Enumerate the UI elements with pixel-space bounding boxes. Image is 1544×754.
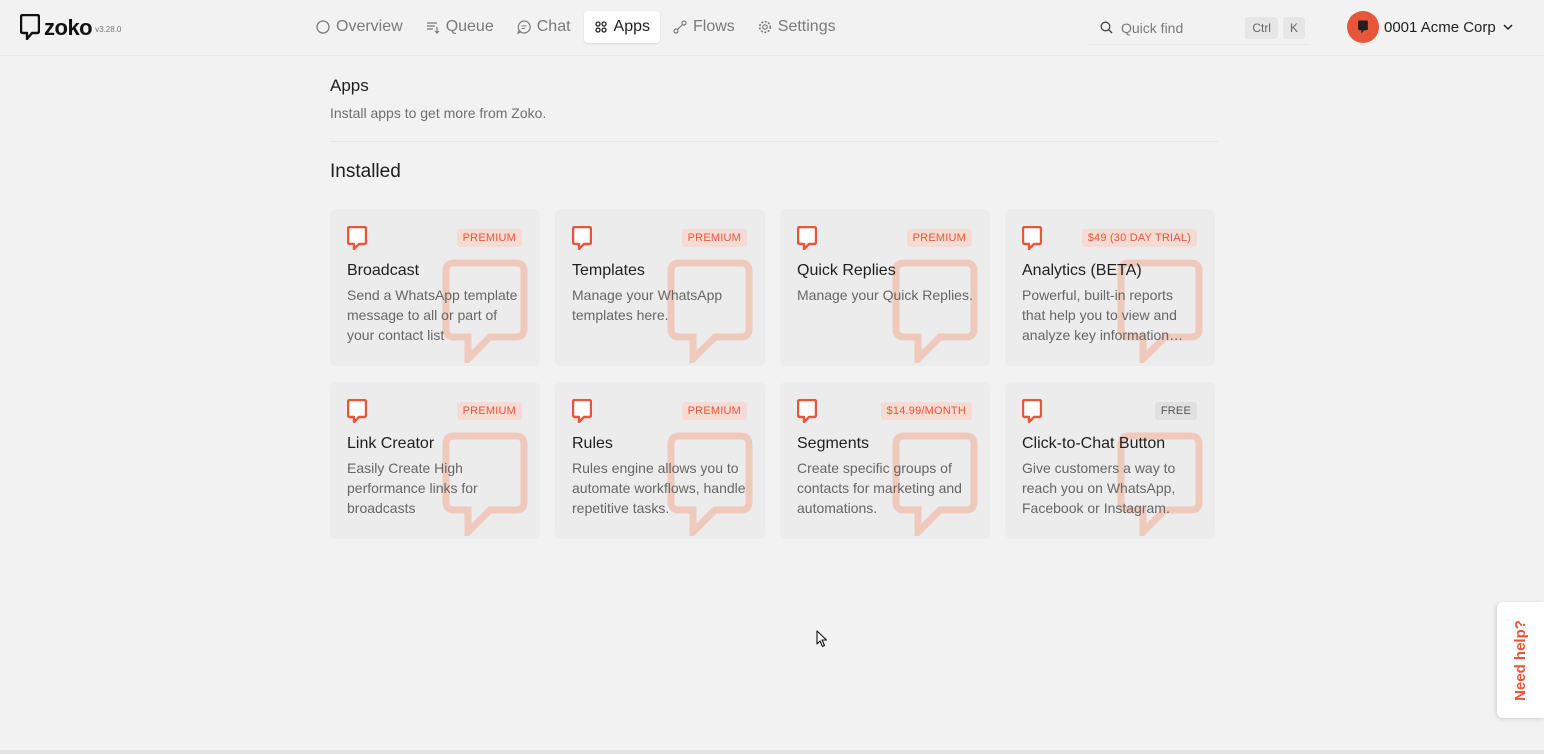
zoko-app-icon	[1021, 225, 1043, 251]
pricing-badge: $14.99/MONTH	[880, 402, 972, 420]
gear-icon	[758, 20, 771, 34]
app-card-segments[interactable]: $14.99/MONTH Segments Create specific gr…	[780, 382, 990, 539]
nav-queue[interactable]: Queue	[416, 11, 504, 43]
need-help-label: Need help?	[1512, 619, 1530, 701]
zoko-app-icon	[346, 398, 368, 424]
app-card-templates[interactable]: PREMIUM Templates Manage your WhatsApp t…	[555, 209, 765, 366]
app-card-description: Create specific groups of contacts for m…	[797, 460, 962, 516]
zoko-app-icon	[796, 225, 818, 251]
section-title-installed: Installed	[330, 161, 401, 182]
zoko-app-icon	[796, 398, 818, 424]
app-card-title: Quick Replies	[797, 262, 896, 279]
app-card-title: Rules	[572, 435, 613, 452]
quick-find-search[interactable]: Quick find Ctrl K	[1088, 11, 1310, 45]
nav-flows-label: Flows	[693, 18, 735, 35]
nav-apps-label: Apps	[613, 18, 650, 35]
queue-list-icon	[426, 22, 440, 34]
app-card-title: Segments	[797, 435, 870, 452]
pricing-badge: PREMIUM	[456, 229, 522, 247]
zoko-logo-icon	[1358, 20, 1368, 34]
app-card-analytics[interactable]: $49 (30 DAY TRIAL) Analytics (BETA) Powe…	[1005, 209, 1215, 366]
mouse-cursor-icon	[816, 630, 828, 648]
app-card-title: Broadcast	[347, 262, 420, 279]
pricing-badge: $49 (30 DAY TRIAL)	[1081, 229, 1197, 247]
app-card-title: Analytics (BETA)	[1022, 262, 1142, 279]
nav-queue-label: Queue	[445, 18, 494, 35]
apps-grid: PREMIUM Broadcast Send a WhatsApp templa…	[330, 209, 1218, 539]
nav-settings[interactable]: Settings	[748, 11, 846, 43]
need-help-button[interactable]: Need help?	[1497, 602, 1544, 718]
search-icon	[1100, 21, 1113, 34]
app-card-rules[interactable]: PREMIUM Rules Rules engine allows you to…	[555, 382, 765, 539]
zoko-app-icon	[571, 225, 593, 251]
app-name: zoko	[44, 15, 93, 40]
shortcut-key-k: K	[1282, 16, 1305, 39]
app-card-title: Link Creator	[347, 435, 435, 452]
nav-apps[interactable]: Apps	[583, 11, 660, 43]
nav-chat[interactable]: Chat	[507, 11, 581, 43]
app-card-link-creator[interactable]: PREMIUM Link Creator Easily Create High …	[330, 382, 540, 539]
app-card-description: Powerful, built-in reports that help you…	[1022, 287, 1177, 343]
app-card-broadcast[interactable]: PREMIUM Broadcast Send a WhatsApp templa…	[330, 209, 540, 366]
circle-icon	[316, 20, 330, 34]
page-subtitle: Install apps to get more from Zoko.	[330, 105, 547, 121]
nav-settings-label: Settings	[777, 18, 836, 35]
chat-bubble-icon	[516, 20, 531, 34]
top-bar: zoko v3.28.0 Overview Queue Chat Apps Fl…	[0, 0, 1544, 56]
main-content: Apps Install apps to get more from Zoko.…	[330, 76, 1218, 539]
account-switcher[interactable]: 0001 Acme Corp	[1347, 11, 1514, 43]
bottom-border	[0, 750, 1544, 754]
apps-grid-icon	[594, 21, 607, 33]
app-card-quick-replies[interactable]: PREMIUM Quick Replies Manage your Quick …	[780, 209, 990, 366]
nav-chat-label: Chat	[536, 18, 571, 35]
zoko-app-icon	[571, 398, 593, 424]
main-nav: Overview Queue Chat Apps Flows Settings	[306, 11, 849, 43]
divider	[330, 141, 1218, 142]
zoko-logo[interactable]: zoko v3.28.0	[20, 14, 121, 40]
chevron-down-icon	[1503, 24, 1513, 31]
nav-overview-label: Overview	[336, 18, 403, 35]
shortcut-key-ctrl: Ctrl	[1245, 16, 1278, 39]
app-card-title: Templates	[572, 262, 645, 279]
app-card-click-to-chat[interactable]: FREE Click-to-Chat Button Give customers…	[1005, 382, 1215, 539]
zoko-logo-icon	[20, 14, 40, 40]
app-card-description: Send a WhatsApp template message to all …	[347, 287, 518, 343]
app-card-title: Click-to-Chat Button	[1022, 435, 1166, 452]
page-title: Apps	[330, 76, 369, 95]
app-card-description: Manage your WhatsApp templates here.	[572, 287, 723, 323]
flow-icon	[673, 20, 687, 34]
nav-flows[interactable]: Flows	[663, 11, 745, 43]
pricing-badge: PREMIUM	[906, 229, 972, 247]
nav-overview[interactable]: Overview	[306, 11, 413, 43]
app-card-description: Manage your Quick Replies.	[797, 287, 973, 303]
pricing-badge: PREMIUM	[456, 402, 522, 420]
app-version: v3.28.0	[95, 25, 122, 34]
app-card-description: Easily Create High performance links for…	[347, 460, 478, 516]
account-name: 0001 Acme Corp	[1384, 18, 1496, 36]
zoko-app-icon	[346, 225, 368, 251]
pricing-badge: PREMIUM	[681, 229, 747, 247]
account-avatar	[1347, 11, 1379, 43]
pricing-badge: FREE	[1154, 402, 1197, 420]
app-card-description: Give customers a way to reach you on Wha…	[1022, 460, 1176, 516]
quick-find-label: Quick find	[1121, 19, 1184, 36]
pricing-badge: PREMIUM	[681, 402, 747, 420]
app-card-description: Rules engine allows you to automate work…	[572, 460, 746, 516]
zoko-app-icon	[1021, 398, 1043, 424]
